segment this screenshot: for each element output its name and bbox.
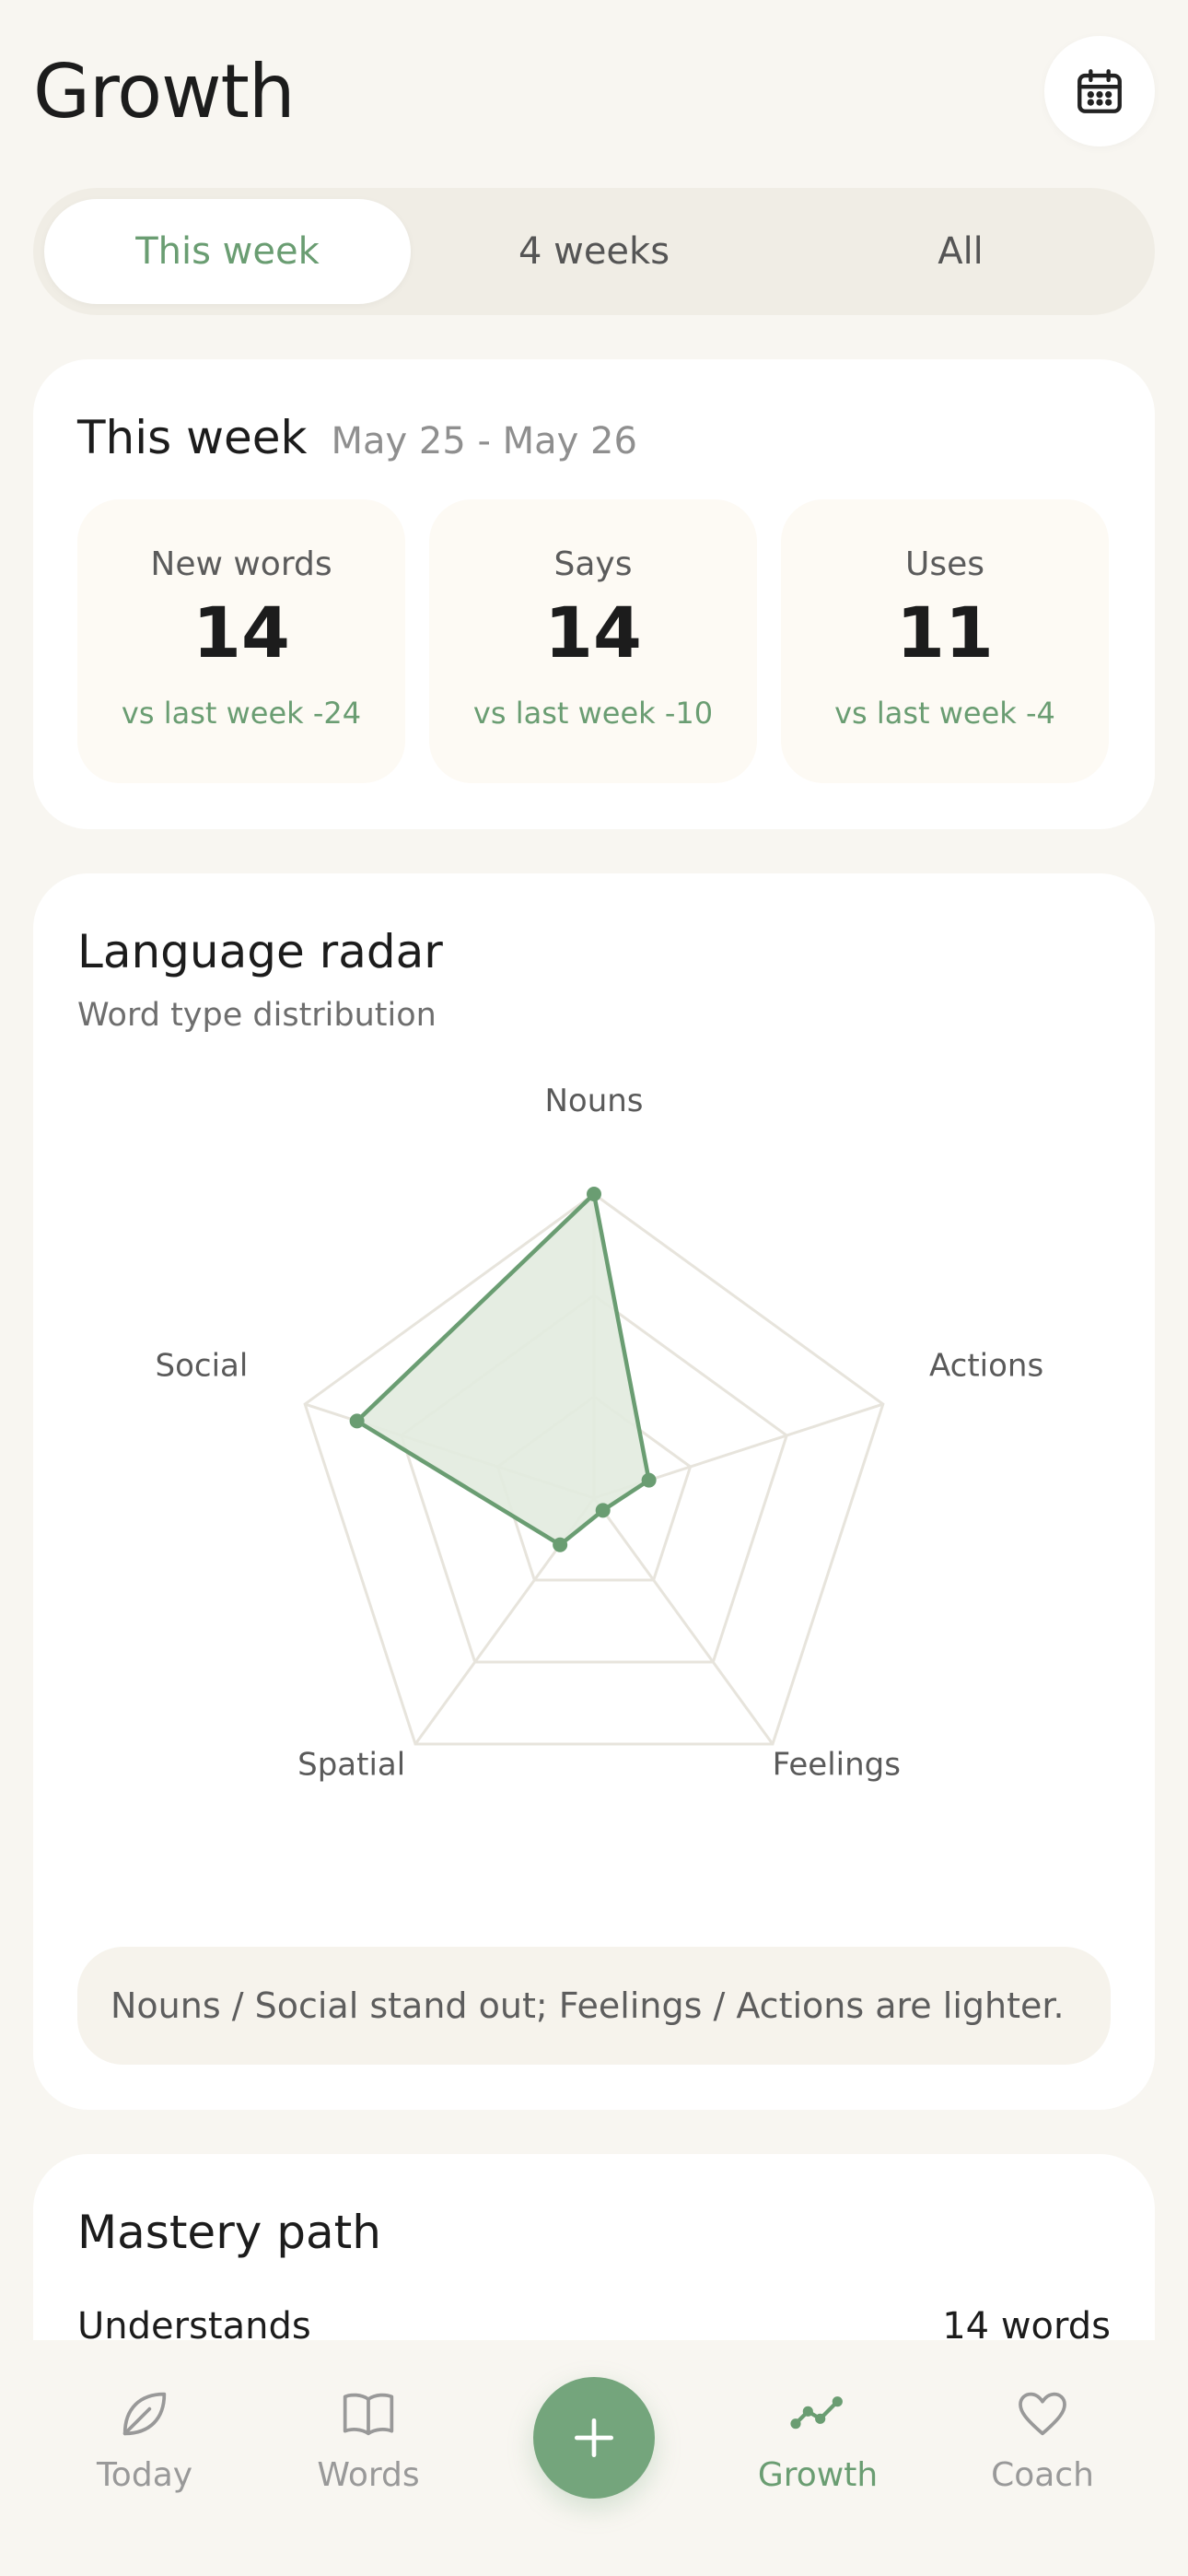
tab-label: Today bbox=[96, 2456, 193, 2494]
stat-label: New words bbox=[150, 545, 332, 583]
add-button[interactable] bbox=[533, 2377, 655, 2499]
bottom-tab-bar: Today Words Growth Coach bbox=[0, 2340, 1188, 2576]
stat-uses: Uses 11 vs last week -4 bbox=[781, 499, 1109, 783]
tab-label: Words bbox=[317, 2456, 420, 2494]
tab-growth[interactable]: Growth bbox=[726, 2384, 910, 2494]
plus-icon bbox=[575, 2418, 613, 2457]
radar-data-point bbox=[641, 1472, 657, 1488]
language-radar-card: Language radar Word type distribution No… bbox=[33, 873, 1155, 2110]
radar-axis-label: Actions bbox=[929, 1348, 1043, 1385]
this-week-header: This week May 25 - May 26 bbox=[77, 411, 637, 464]
radar-axis-label: Social bbox=[156, 1348, 249, 1385]
radar-axis-label: Feelings bbox=[773, 1746, 901, 1783]
calendar-icon bbox=[1077, 69, 1122, 113]
radar-data-point bbox=[349, 1413, 365, 1429]
stat-value: 11 bbox=[896, 591, 994, 673]
tab-today[interactable]: Today bbox=[52, 2384, 237, 2494]
date-range: May 25 - May 26 bbox=[331, 420, 637, 463]
radar-data-point bbox=[553, 1537, 568, 1552]
tab-all[interactable]: All bbox=[777, 199, 1144, 304]
stat-says: Says 14 vs last week -10 bbox=[429, 499, 757, 783]
stat-new-words: New words 14 vs last week -24 bbox=[77, 499, 405, 783]
radar-series-area bbox=[355, 1191, 651, 1547]
stat-label: Uses bbox=[904, 545, 984, 583]
mastery-title: Mastery path bbox=[77, 2206, 381, 2259]
stats-row: New words 14 vs last week -24 Says 14 vs… bbox=[77, 499, 1109, 783]
book-icon bbox=[343, 2393, 394, 2436]
calendar-button[interactable] bbox=[1044, 36, 1155, 146]
heart-icon bbox=[1019, 2392, 1066, 2436]
stat-value: 14 bbox=[544, 591, 642, 673]
radar-axis-label: Nouns bbox=[544, 1083, 643, 1119]
stat-delta: vs last week -4 bbox=[834, 696, 1055, 731]
radar-axis bbox=[592, 1497, 775, 1745]
radar-chart: Nouns Actions Feelings Spatial Social bbox=[156, 1083, 1044, 1783]
tab-coach[interactable]: Coach bbox=[950, 2384, 1135, 2494]
radar-data-point bbox=[587, 1187, 601, 1201]
tab-this-week[interactable]: This week bbox=[44, 199, 411, 304]
stat-delta: vs last week -10 bbox=[472, 696, 714, 731]
this-week-card: This week May 25 - May 26 New words 14 v… bbox=[33, 359, 1155, 829]
radar-insight: Nouns / Social stand out; Feelings / Act… bbox=[77, 1947, 1111, 2065]
tab-label: Growth bbox=[757, 2456, 879, 2494]
stat-value: 14 bbox=[192, 591, 290, 673]
radar-data-point bbox=[595, 1503, 611, 1518]
stat-delta: vs last week -24 bbox=[121, 696, 362, 731]
this-week-title: This week bbox=[77, 411, 308, 464]
tab-4-weeks[interactable]: 4 weeks bbox=[411, 199, 777, 304]
header: Growth bbox=[33, 33, 1155, 149]
range-segmented-control: This week 4 weeks All bbox=[33, 188, 1155, 315]
radar-axis-label: Spatial bbox=[297, 1746, 405, 1783]
radar-area bbox=[349, 1187, 657, 1552]
page-title: Growth bbox=[33, 48, 296, 135]
leaf-icon bbox=[122, 2392, 167, 2436]
stat-label: Says bbox=[553, 545, 633, 583]
tab-words[interactable]: Words bbox=[276, 2384, 460, 2494]
trend-line-icon bbox=[790, 2396, 843, 2430]
tab-label: Coach bbox=[991, 2456, 1094, 2494]
